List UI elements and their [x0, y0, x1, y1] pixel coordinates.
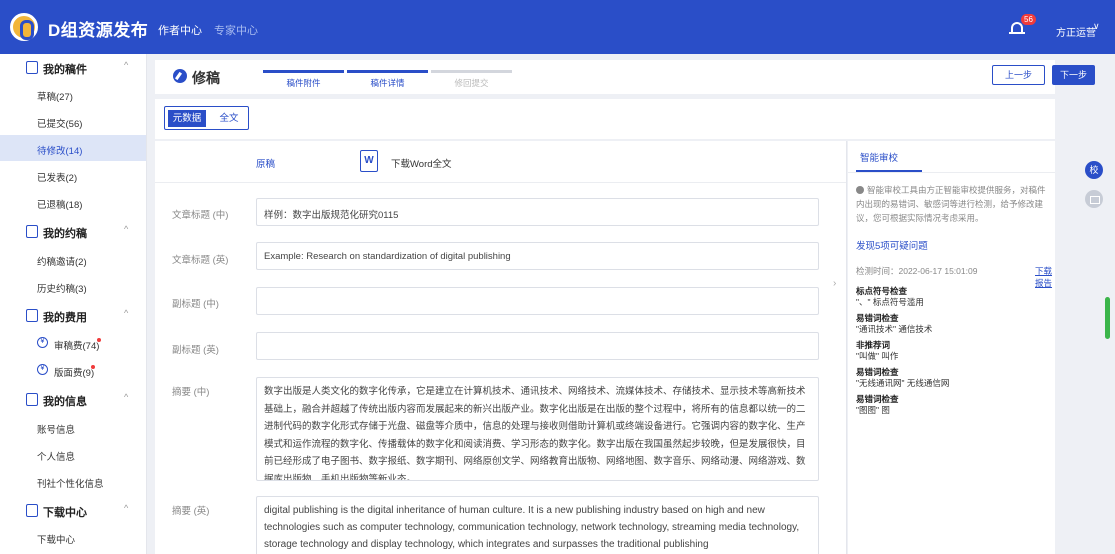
chevron-up-icon[interactable]: ^: [124, 392, 128, 402]
sidebar: 我的稿件 ^ 草稿(27) 已提交(56) 待修改(14) 已发表(2) 已退稿…: [0, 54, 147, 554]
top-header: D组资源发布 作者中心 专家中心 56 方正运营 ∨: [0, 0, 1115, 54]
nav-author-center[interactable]: 作者中心: [158, 22, 202, 38]
edit-icon: [173, 69, 187, 83]
chevron-up-icon[interactable]: ^: [124, 60, 128, 70]
issue-text[interactable]: "、" 标点符号滥用: [856, 296, 924, 308]
unread-dot: [91, 365, 95, 369]
sidebar-item-rejected[interactable]: 已退稿(18): [0, 189, 146, 215]
yuan-icon: ¥: [37, 337, 48, 348]
nav-expert-center[interactable]: 专家中心: [214, 22, 258, 38]
page-title: 修稿: [192, 70, 220, 86]
sidebar-item-journal-custom-info[interactable]: 刊社个性化信息: [0, 468, 146, 494]
chevron-up-icon[interactable]: ^: [124, 503, 128, 513]
issue-text[interactable]: "叫做" 叫作: [856, 350, 898, 362]
sidebar-item-page-fee[interactable]: ¥ 版面费(9): [0, 357, 146, 383]
sidebar-group-my-info[interactable]: 我的信息 ^: [0, 386, 146, 414]
prev-step-button[interactable]: 上一步: [992, 65, 1045, 85]
abstract-cn-label: 摘要 (中): [172, 387, 210, 398]
abstract-en-textarea[interactable]: digital publishing is the digital inheri…: [256, 496, 819, 554]
abstract-en-label: 摘要 (英): [172, 506, 210, 517]
tab-smart-review[interactable]: 智能审校: [860, 150, 898, 164]
sidebar-group-my-invitations[interactable]: 我的约稿 ^: [0, 218, 146, 246]
fee-icon: [26, 309, 38, 322]
step-details[interactable]: 稿件详情: [347, 70, 428, 90]
sidebar-item-history-invitations[interactable]: 历史约稿(3): [0, 273, 146, 299]
invite-icon: [26, 225, 38, 238]
step-attachments[interactable]: 稿件附件: [263, 70, 344, 90]
issue-text[interactable]: "无线通讯网" 无线通信网: [856, 377, 949, 389]
view-tabs: 元数据 全文: [155, 99, 1055, 139]
sidebar-item-submitted[interactable]: 已提交(56): [0, 108, 146, 134]
info-icon: [856, 186, 864, 194]
tab-metadata[interactable]: 元数据: [168, 110, 206, 127]
chevron-down-icon[interactable]: ∨: [1093, 21, 1100, 32]
download-icon: [26, 504, 38, 517]
download-word-link[interactable]: 下载Word全文: [391, 156, 452, 170]
subtitle-en-label: 副标题 (英): [172, 345, 219, 356]
sidebar-item-personal-info[interactable]: 个人信息: [0, 441, 146, 467]
title-en-label: 文章标题 (英): [172, 255, 229, 266]
sidebar-group-my-fees[interactable]: 我的费用 ^: [0, 302, 146, 330]
tab-fulltext[interactable]: 全文: [211, 110, 247, 127]
collapse-panel-icon[interactable]: ›: [833, 278, 836, 289]
form-toolbar: 原稿 W 下载Word全文: [155, 141, 846, 183]
tab-group: 元数据 全文: [164, 106, 249, 130]
notification-badge: 56: [1021, 14, 1036, 25]
title-en-input[interactable]: Example: Research on standardization of …: [256, 242, 819, 270]
sidebar-item-drafts[interactable]: 草稿(27): [0, 81, 146, 107]
sidebar-item-account-info[interactable]: 账号信息: [0, 414, 146, 440]
title-cn-input[interactable]: 样例：数字出版规范化研究0115: [256, 198, 819, 226]
logo-icon: [10, 13, 38, 41]
check-time: 检测时间：2022-06-17 15:01:09: [856, 266, 978, 276]
user-menu[interactable]: 方正运营: [1056, 24, 1096, 39]
document-icon: [26, 61, 38, 74]
subtitle-en-input[interactable]: [256, 332, 819, 360]
chevron-up-icon[interactable]: ^: [124, 224, 128, 234]
issue-text[interactable]: "图图" 图: [856, 404, 890, 416]
metadata-form: 原稿 W 下载Word全文 文章标题 (中) 样例：数字出版规范化研究0115 …: [155, 141, 847, 554]
brand-title: D组资源发布: [48, 21, 149, 40]
profile-icon: [26, 393, 38, 406]
sidebar-group-download-center[interactable]: 下载中心 ^: [0, 497, 146, 525]
title-cn-label: 文章标题 (中): [172, 210, 229, 221]
smart-review-panel: 智能审校 智能审校工具由方正智能审校提供服务，对稿件内出现的易错词、敏感词等进行…: [848, 141, 1055, 554]
word-icon[interactable]: W: [360, 150, 378, 172]
sidebar-item-invitations[interactable]: 约稿邀请(2): [0, 246, 146, 272]
proofread-icon[interactable]: 校: [1085, 161, 1103, 179]
sidebar-item-pending-revision[interactable]: 待修改(14): [0, 135, 146, 161]
step-header: 修稿 稿件附件 稿件详情 修回提交 上一步 下一步: [155, 60, 1095, 94]
issues-found-link[interactable]: 发现5项可疑问题: [856, 238, 928, 252]
sidebar-item-published[interactable]: 已发表(2): [0, 162, 146, 188]
unread-dot: [97, 338, 101, 342]
issue-text[interactable]: "通讯技术" 通信技术: [856, 323, 932, 335]
sidebar-item-review-fee[interactable]: ¥ 审稿费(74): [0, 330, 146, 356]
review-note: 智能审校工具由方正智能审校提供服务，对稿件内出现的易错词、敏感词等进行检测，给予…: [856, 185, 1046, 223]
abstract-cn-textarea[interactable]: 数字出版是人类文化的数字化传承，它是建立在计算机技术、通讯技术、网络技术、流媒体…: [256, 377, 819, 481]
scroll-indicator[interactable]: [1105, 297, 1110, 339]
mail-icon[interactable]: [1085, 190, 1103, 208]
sidebar-group-my-manuscripts[interactable]: 我的稿件 ^: [0, 54, 146, 82]
subtitle-cn-input[interactable]: [256, 287, 819, 315]
original-draft-link[interactable]: 原稿: [256, 156, 275, 170]
yuan-icon: ¥: [37, 364, 48, 375]
subtitle-cn-label: 副标题 (中): [172, 299, 219, 310]
step-resubmit[interactable]: 修回提交: [431, 70, 512, 90]
chevron-up-icon[interactable]: ^: [124, 308, 128, 318]
next-step-button[interactable]: 下一步: [1052, 65, 1095, 85]
download-report-link[interactable]: 下载报告: [1035, 265, 1055, 289]
sidebar-item-download-center[interactable]: 下载中心: [0, 524, 146, 550]
